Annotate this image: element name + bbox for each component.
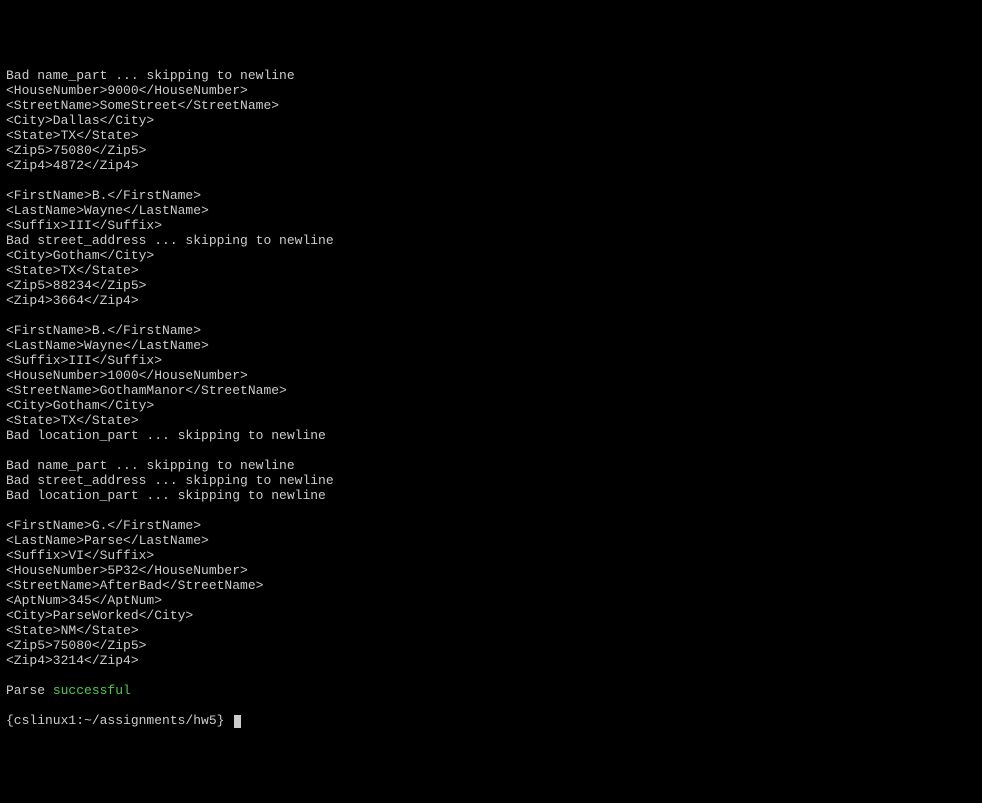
cursor-icon [234,715,241,728]
parse-result-line: Parse successful [6,683,976,698]
shell-prompt: {cslinux1:~/assignments/hw5} [6,713,232,728]
parse-prefix: Parse [6,683,53,698]
terminal-output: Bad name_part ... skipping to newline <H… [6,68,976,668]
parse-status: successful [53,683,131,698]
shell-prompt-line[interactable]: {cslinux1:~/assignments/hw5} [6,713,976,728]
